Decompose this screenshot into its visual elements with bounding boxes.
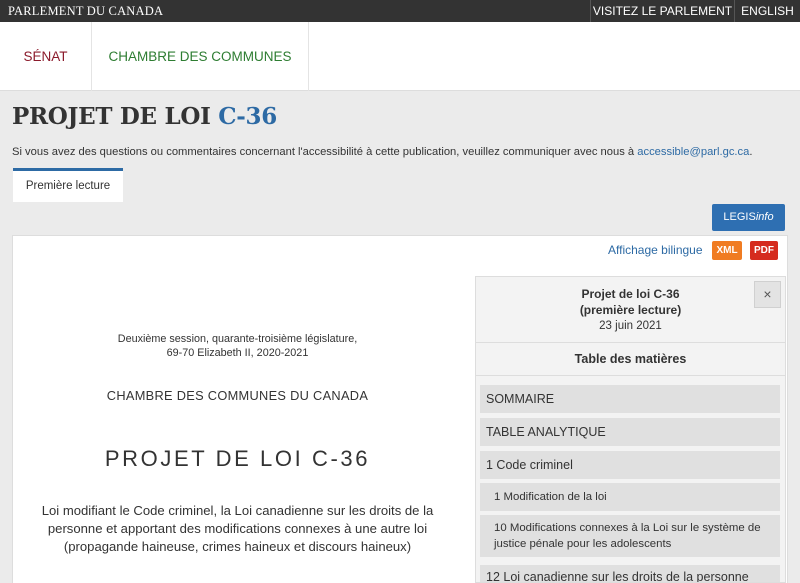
parliament-brand-link[interactable]: PARLEMENT DU CANADA [8,4,163,19]
toc-date: 23 juin 2021 [599,320,662,332]
tab-first-reading[interactable]: Première lecture [13,168,123,202]
xml-download-button[interactable]: XML [712,241,742,260]
pdf-download-button[interactable]: PDF [750,241,778,260]
accessibility-end: . [749,146,753,158]
legisinfo-button[interactable]: LEGISinfo [712,204,785,231]
toc-item-criminal-code[interactable]: 1 Code criminel [480,451,780,479]
bill-number: C-36 [218,103,277,130]
parliament-top-bar: PARLEMENT DU CANADA VISITEZ LE PARLEMENT… [0,0,800,22]
legisinfo-prefix: LEGIS [723,211,756,223]
toc-item-human-rights-act[interactable]: 12 Loi canadienne sur les droits de la p… [480,565,780,582]
page-title-prefix: PROJET DE LOI [12,103,211,130]
toc-header: Projet de loi C-36 (première lecture) 23… [476,277,785,343]
toc-item-amendments[interactable]: 1 Modification de la loi [480,483,780,511]
session-line-2: 69-70 Elizabeth II, 2020-2021 [166,347,309,359]
toc-reading-stage: (première lecture) [579,303,682,317]
accessibility-notice: Si vous avez des questions ou commentair… [12,146,752,158]
language-toggle-link[interactable]: ENGLISH [734,0,800,22]
toc-item-summary[interactable]: SOMMAIRE [480,385,780,413]
toc-item-related-amendments[interactable]: 10 Modifications connexes à la Loi sur l… [480,515,780,557]
bilingual-view-link[interactable]: Affichage bilingue [608,243,703,257]
chamber-nav: SÉNAT CHAMBRE DES COMMUNES [0,22,800,91]
session-line-1: Deuxième session, quarante-troisième lég… [117,333,358,345]
house-of-commons-link[interactable]: CHAMBRE DES COMMUNES [92,22,309,91]
bill-long-title: Loi modifiant le Code criminel, la Loi c… [41,503,434,554]
close-icon[interactable]: × [754,281,781,308]
visit-parliament-link[interactable]: VISITEZ LE PARLEMENT [590,0,734,22]
accessibility-email-link[interactable]: accessible@parl.gc.ca [637,146,749,158]
toc-bill-name: Projet de loi C-36 [581,287,680,301]
session-info: Deuxième session, quarante-troisième lég… [20,332,455,360]
table-of-contents-panel: Projet de loi C-36 (première lecture) 23… [475,276,786,583]
house-name: CHAMBRE DES COMMUNES DU CANADA [106,388,369,403]
toc-item-analytical-table[interactable]: TABLE ANALYTIQUE [480,418,780,446]
toc-title: Table des matières [476,343,785,376]
page-title: PROJET DE LOI C-36 [12,103,277,130]
accessibility-text: Si vous avez des questions ou commentair… [12,146,635,158]
bill-title: PROJET DE LOI C-36 [104,446,371,471]
legisinfo-suffix: info [755,211,774,223]
senate-link[interactable]: SÉNAT [0,22,92,91]
